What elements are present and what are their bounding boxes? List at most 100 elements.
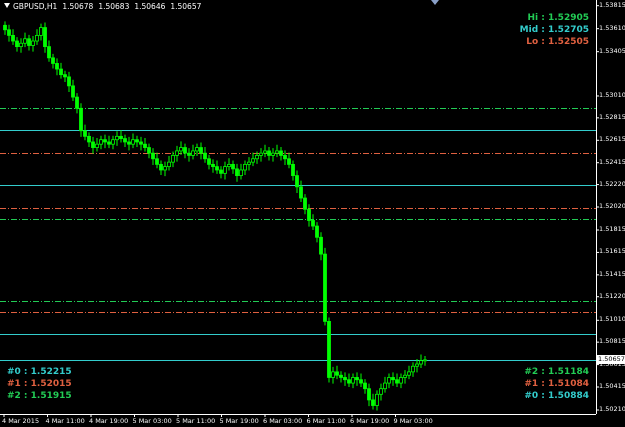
candle-body-6 bbox=[27, 38, 31, 46]
candle-body-92 bbox=[371, 399, 375, 406]
y-tick-label-12: 1.51220 bbox=[599, 291, 625, 300]
y-tick-label-5: 1.52615 bbox=[599, 135, 625, 144]
chart-window[interactable]: GBPUSD,H1 1.50678 1.50683 1.50646 1.50657 Hi… bbox=[0, 0, 625, 427]
candle-body-87 bbox=[351, 377, 355, 384]
candle-body-83 bbox=[335, 371, 339, 376]
candle-body-85 bbox=[343, 377, 347, 381]
candle-body-33 bbox=[135, 139, 139, 143]
candle-body-38 bbox=[155, 158, 159, 165]
current-price-flag: 1.50657 bbox=[597, 355, 625, 365]
candle-body-69 bbox=[279, 150, 283, 156]
candle-body-91 bbox=[367, 388, 371, 401]
candle-body-30 bbox=[123, 138, 127, 143]
candle-body-19 bbox=[79, 107, 83, 132]
y-tick-label-10: 1.51615 bbox=[599, 247, 625, 256]
candle-body-105 bbox=[423, 359, 427, 362]
y-tick-label-4: 1.52815 bbox=[599, 112, 625, 121]
candle-body-76 bbox=[307, 208, 311, 221]
candle-body-50 bbox=[203, 152, 207, 160]
candle-body-9 bbox=[39, 27, 43, 36]
bl-box-item-1: #1 : 1.52015 bbox=[7, 379, 72, 389]
candle-body-98 bbox=[395, 379, 399, 384]
candle-body-2 bbox=[11, 35, 15, 42]
candle-body-23 bbox=[95, 143, 99, 148]
candle-body-96 bbox=[387, 377, 391, 384]
candle-body-27 bbox=[111, 139, 115, 145]
candle-body-37 bbox=[151, 152, 155, 160]
candle-body-104 bbox=[419, 360, 423, 365]
y-tick-label-3: 1.53010 bbox=[599, 90, 625, 99]
y-tick-label-0: 1.53815 bbox=[599, 0, 625, 9]
low-value: 1.50646 bbox=[134, 2, 166, 11]
y-tick-label-8: 1.52020 bbox=[599, 202, 625, 210]
x-tick-label-7: 6 Mar 11:00 bbox=[306, 417, 346, 425]
candle-body-58 bbox=[235, 168, 239, 176]
candle-body-57 bbox=[231, 163, 235, 170]
candle-body-20 bbox=[83, 130, 87, 137]
y-tick-label-9: 1.51815 bbox=[599, 224, 625, 233]
candle-body-45 bbox=[183, 147, 187, 154]
candle-body-66 bbox=[267, 150, 271, 156]
candle-body-36 bbox=[147, 147, 151, 154]
candle-body-12 bbox=[51, 57, 55, 64]
br-box-item-2: #0 : 1.50884 bbox=[524, 391, 589, 401]
candle-body-47 bbox=[191, 150, 195, 156]
x-tick-label-0: 4 Mar 2015 bbox=[2, 417, 40, 425]
candle-body-34 bbox=[139, 141, 143, 145]
candle-body-0 bbox=[3, 24, 7, 31]
candle-body-8 bbox=[35, 35, 39, 42]
candle-body-56 bbox=[227, 163, 231, 168]
candle-body-35 bbox=[143, 143, 147, 148]
candle-body-10 bbox=[43, 27, 47, 48]
candle-body-99 bbox=[399, 377, 403, 384]
y-tick-label-17: 1.50210 bbox=[599, 405, 625, 413]
candle-body-81 bbox=[327, 320, 331, 378]
candle-body-55 bbox=[223, 166, 227, 174]
x-tick-label-1: 4 Mar 11:00 bbox=[45, 417, 85, 425]
candle-body-24 bbox=[99, 139, 103, 145]
tr-box-item-0: Hi : 1.52905 bbox=[527, 13, 589, 23]
br-box-item-0: #2 : 1.51184 bbox=[524, 367, 589, 377]
candle-body-3 bbox=[15, 40, 19, 48]
candle-body-5 bbox=[23, 38, 27, 44]
candle-body-46 bbox=[187, 152, 191, 156]
candle-body-95 bbox=[383, 382, 387, 390]
price-chart[interactable] bbox=[0, 0, 625, 427]
candle-body-42 bbox=[171, 155, 175, 163]
candle-body-44 bbox=[179, 147, 183, 152]
open-value: 1.50678 bbox=[62, 2, 94, 11]
candle-body-86 bbox=[347, 379, 351, 384]
candle-body-39 bbox=[159, 163, 163, 171]
candle-body-63 bbox=[255, 155, 259, 160]
candle-body-74 bbox=[299, 186, 303, 199]
candle-body-16 bbox=[67, 76, 71, 87]
x-tick-label-3: 5 Mar 03:00 bbox=[132, 417, 172, 425]
br-box-item-1: #1 : 1.51084 bbox=[524, 379, 589, 389]
candle-body-84 bbox=[339, 374, 343, 378]
candle-body-22 bbox=[91, 141, 95, 148]
tr-box-item-1: Mid : 1.52705 bbox=[519, 25, 589, 35]
candle-body-41 bbox=[167, 161, 171, 168]
candle-body-80 bbox=[323, 253, 327, 322]
candle-body-97 bbox=[391, 377, 395, 381]
candle-body-93 bbox=[375, 393, 379, 406]
candle-body-64 bbox=[259, 152, 263, 156]
candle-body-103 bbox=[415, 363, 419, 367]
candle-body-21 bbox=[87, 135, 91, 143]
candle-body-71 bbox=[287, 158, 291, 165]
candle-body-62 bbox=[251, 158, 255, 163]
candle-body-4 bbox=[19, 42, 23, 48]
candle-body-89 bbox=[359, 379, 363, 384]
chart-shift-marker-icon[interactable] bbox=[431, 0, 439, 5]
close-value: 1.50657 bbox=[170, 2, 202, 11]
candle-body-13 bbox=[55, 63, 59, 70]
high-value: 1.50683 bbox=[98, 2, 130, 11]
symbol-dropdown-icon[interactable] bbox=[4, 3, 10, 8]
candle-body-25 bbox=[103, 139, 107, 143]
candle-body-40 bbox=[163, 166, 167, 171]
x-tick-label-4: 5 Mar 11:00 bbox=[176, 417, 216, 425]
candle-body-7 bbox=[31, 40, 35, 46]
candle-body-52 bbox=[211, 163, 215, 168]
candle-body-60 bbox=[243, 163, 247, 171]
candle-body-102 bbox=[411, 365, 415, 373]
